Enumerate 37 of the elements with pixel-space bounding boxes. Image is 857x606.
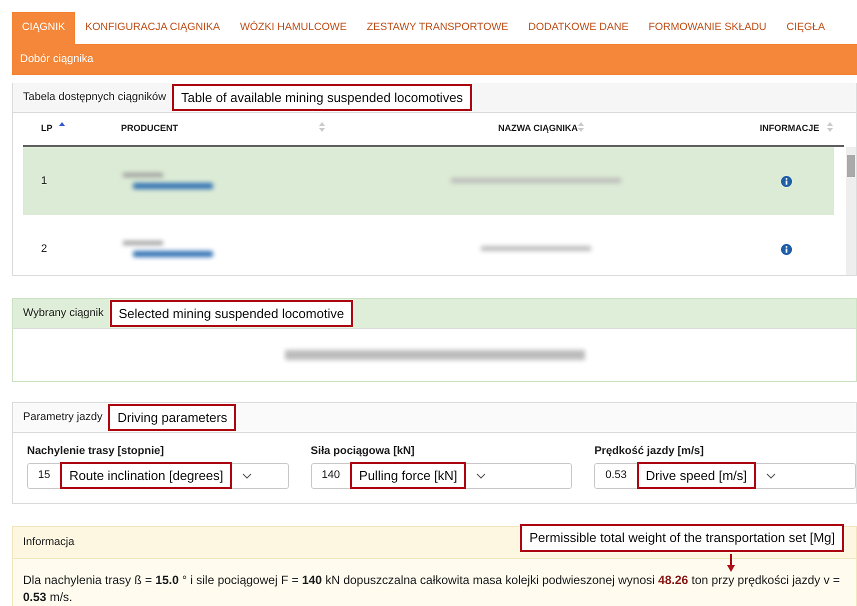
table-row[interactable]: 1 bbox=[23, 147, 834, 215]
select-field[interactable]: 15 Route inclination [degrees] bbox=[27, 462, 289, 488]
select-field[interactable]: 0.53 Drive speed [m/s] bbox=[594, 462, 856, 488]
info-icon[interactable] bbox=[781, 244, 792, 254]
caret-icon bbox=[242, 472, 252, 478]
column-header[interactable]: INFORMACJE bbox=[760, 122, 820, 136]
caret-icon bbox=[476, 472, 486, 478]
annotation-label: Drive speed [m/s] bbox=[636, 462, 756, 490]
field-value: 140 bbox=[322, 468, 340, 484]
table-row[interactable]: 2 bbox=[23, 215, 834, 275]
row-number: 2 bbox=[40, 242, 48, 257]
field-label: Nachylenie trasy [stopnie] bbox=[27, 444, 165, 459]
panel-title: Tabela dostępnych ciągników bbox=[23, 90, 166, 106]
info-text: Dla nachylenia trasy ß = 15.0 ° i sile pociągowej F = 140 kN dopuszczalna całkowita masa kolejki podwieszonej wynosi 48.26 ton przy prędkości jazdy v = 0.53 m/s. bbox=[22, 572, 841, 606]
select-field[interactable]: 140 Pulling force [kN] bbox=[310, 462, 572, 488]
column-header[interactable]: NAZWA CIĄGNIKA bbox=[498, 122, 578, 136]
caret-icon bbox=[766, 472, 776, 478]
column-header[interactable]: PRODUCENT bbox=[121, 122, 178, 136]
row-number: 1 bbox=[40, 174, 48, 189]
panel-title: Informacja bbox=[23, 534, 74, 550]
field-value: 0.53 bbox=[605, 468, 627, 484]
column-header[interactable]: LP bbox=[41, 122, 53, 136]
annotation-label: Selected mining suspended locomotive bbox=[110, 300, 354, 328]
panel-title: Parametry jazdy bbox=[23, 410, 102, 426]
annotation-label: Route inclination [degrees] bbox=[60, 462, 232, 490]
field-value: 15 bbox=[38, 468, 50, 484]
field-label: Prędkość jazdy [m/s] bbox=[594, 444, 705, 459]
section-header: Dobór ciągnika bbox=[12, 44, 857, 75]
annotation-label: Driving parameters bbox=[108, 404, 236, 432]
annotation-label: Pulling force [kN] bbox=[350, 462, 466, 490]
annotation-label: Table of available mining suspended locomotives bbox=[172, 84, 472, 112]
field-label: Siła pociągowa [kN] bbox=[310, 444, 416, 459]
panel-title: Wybrany ciągnik bbox=[23, 306, 104, 322]
info-icon[interactable] bbox=[781, 176, 792, 186]
annotation-label: Permissible total weight of the transportation set [Mg] bbox=[520, 524, 844, 552]
scrollbar[interactable] bbox=[846, 147, 856, 275]
arrow bbox=[726, 554, 736, 572]
